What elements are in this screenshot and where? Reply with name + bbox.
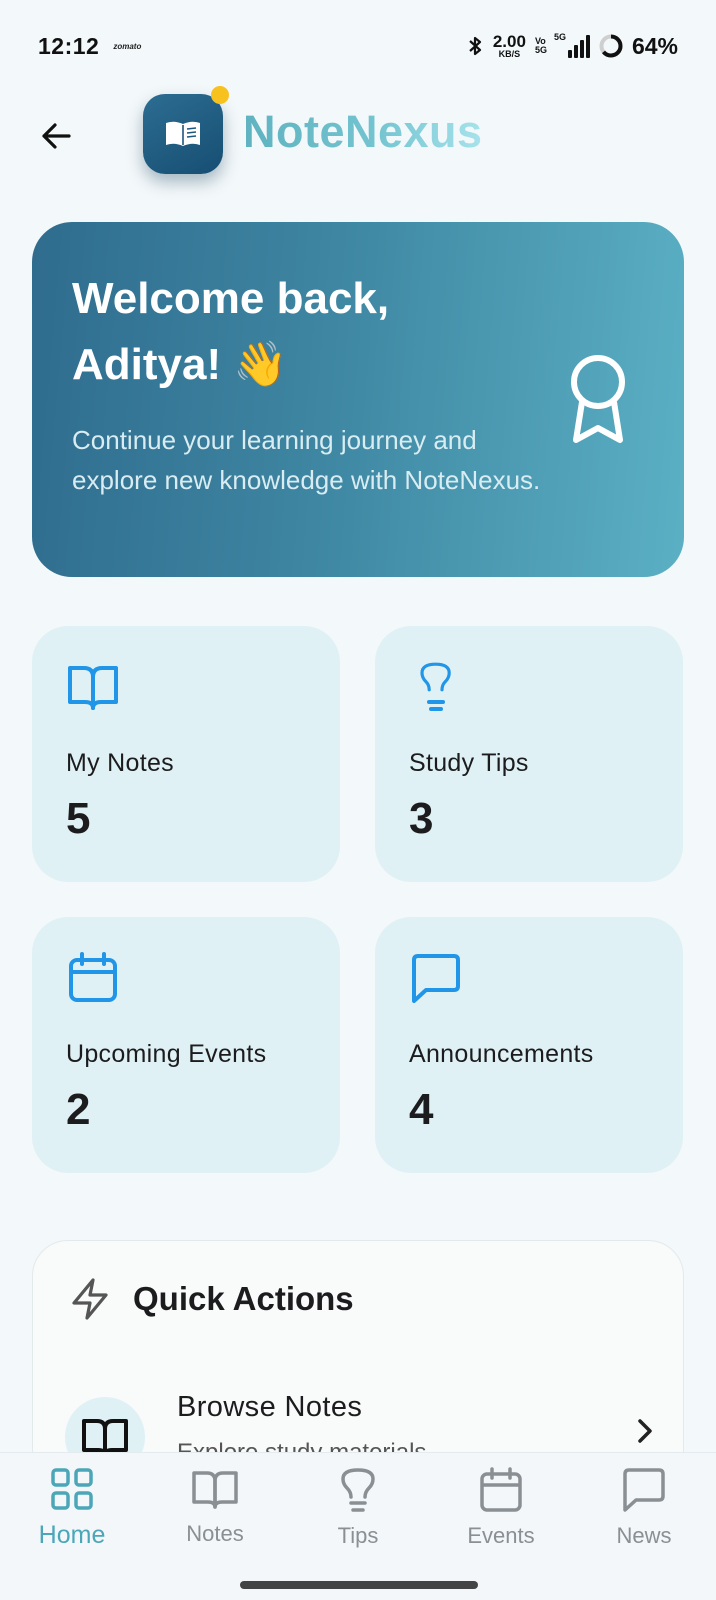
- nav-label: Tips: [337, 1523, 379, 1548]
- network-speed-value: 2.00: [492, 32, 526, 51]
- signal-icon: 5G: [553, 32, 590, 58]
- nav-notes[interactable]: Notes: [155, 1467, 275, 1547]
- nav-label: Home: [38, 1521, 106, 1549]
- nav-label: Notes: [186, 1521, 244, 1546]
- quick-action-title: Browse Notes: [177, 1391, 363, 1423]
- status-right: 2.00 KB/S Vo 5G 5G 64%: [466, 32, 678, 60]
- network-speed: 2.00 KB/S: [493, 33, 526, 59]
- lightbulb-icon: [420, 662, 451, 711]
- stat-label: Upcoming Events: [66, 1040, 267, 1068]
- welcome-card: Welcome back, Aditya! 👋 Continue your le…: [32, 222, 684, 577]
- nav-events[interactable]: Events: [441, 1467, 561, 1549]
- book-open-icon: [192, 1471, 238, 1509]
- nav-home[interactable]: Home: [12, 1467, 132, 1550]
- stat-label: My Notes: [66, 749, 174, 777]
- chevron-right-icon: [638, 1419, 652, 1443]
- network-speed-unit: KB/S: [498, 49, 521, 59]
- lightbulb-icon: [341, 1468, 375, 1512]
- volte-bottom: 5G: [534, 45, 547, 55]
- status-left: 12:12 zomato: [38, 33, 141, 60]
- stat-value: 5: [66, 794, 91, 843]
- stat-card-announcements[interactable]: Announcements 4: [375, 917, 683, 1173]
- zap-icon: [72, 1278, 108, 1320]
- home-indicator[interactable]: [240, 1581, 478, 1589]
- battery-icon: [599, 34, 623, 58]
- quick-actions-title: Quick Actions: [133, 1280, 354, 1317]
- logo-notification-dot: [211, 86, 229, 104]
- welcome-subtitle: Continue your learning journey and explo…: [72, 425, 541, 495]
- welcome-title-line2: Aditya! 👋: [72, 340, 289, 389]
- message-square-icon: [412, 954, 460, 1003]
- open-book-icon: [166, 121, 200, 146]
- welcome-title: Welcome back, Aditya! 👋: [72, 266, 472, 398]
- award-icon: [571, 355, 625, 443]
- stat-label: Announcements: [409, 1040, 594, 1068]
- bluetooth-icon: [469, 36, 481, 56]
- nav-news[interactable]: News: [584, 1467, 704, 1549]
- nav-label: Events: [467, 1523, 535, 1548]
- book-open-icon: [68, 666, 118, 710]
- message-square-icon: [623, 1468, 665, 1512]
- bottom-nav: Home Notes Tips Events News: [0, 1452, 716, 1600]
- stat-card-my-notes[interactable]: My Notes 5: [32, 626, 340, 882]
- back-button[interactable]: [34, 114, 78, 158]
- stat-label: Study Tips: [409, 749, 529, 777]
- stat-card-study-tips[interactable]: Study Tips 3: [375, 626, 683, 882]
- stat-value: 4: [409, 1085, 434, 1134]
- battery-percent: 64%: [631, 32, 678, 59]
- welcome-title-line1: Welcome back,: [72, 274, 390, 323]
- arrow-left-icon: [42, 123, 71, 149]
- volte-indicator: Vo 5G: [534, 36, 547, 56]
- status-bar: 12:12 zomato 2.00 KB/S Vo 5G 5G 64%: [0, 0, 716, 92]
- stat-value: 3: [409, 794, 434, 843]
- nav-label: News: [616, 1523, 672, 1548]
- quick-actions-header: Quick Actions: [69, 1277, 354, 1321]
- stat-value: 2: [66, 1085, 91, 1134]
- status-time: 12:12: [38, 32, 100, 59]
- app-title: NoteNexus: [243, 106, 483, 157]
- calendar-icon: [480, 1467, 522, 1512]
- nav-tips[interactable]: Tips: [298, 1467, 418, 1549]
- network-type-label: 5G: [553, 32, 566, 42]
- notification-app-label: zomato: [113, 41, 142, 51]
- stat-card-upcoming-events[interactable]: Upcoming Events 2: [32, 917, 340, 1173]
- app-logo: [143, 94, 223, 174]
- app-header: NoteNexus: [0, 86, 716, 178]
- grid-icon: [51, 1468, 93, 1510]
- calendar-icon: [69, 952, 117, 1002]
